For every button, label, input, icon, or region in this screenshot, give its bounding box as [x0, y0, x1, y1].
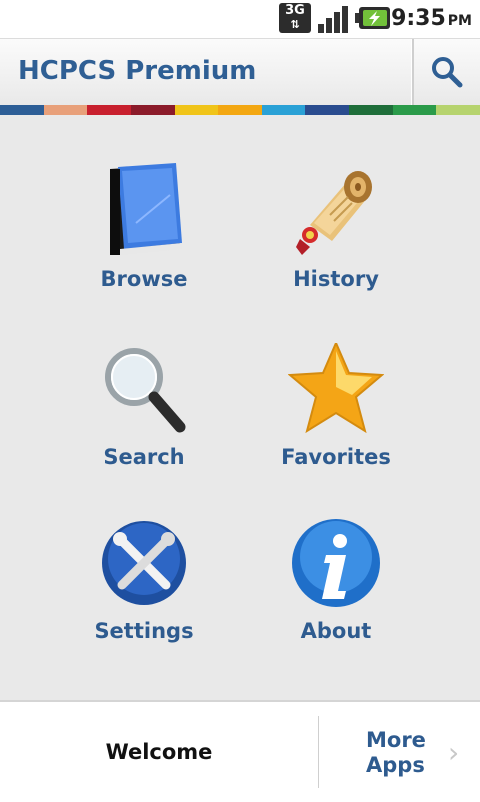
- settings-label: Settings: [94, 619, 194, 643]
- color-strip-segment: [392, 105, 437, 115]
- browse-label: Browse: [100, 267, 188, 291]
- search-button[interactable]: [414, 39, 480, 105]
- history-label: History: [293, 267, 379, 291]
- signal-icon: [318, 6, 348, 33]
- time-value: 9:35: [391, 6, 446, 31]
- menu-grid: Browse History Search Favorites Settings…: [0, 115, 480, 700]
- book-icon: [110, 163, 182, 255]
- bottom-divider: [318, 716, 319, 788]
- about-label: About: [300, 619, 372, 643]
- search-tile[interactable]: Search: [44, 343, 244, 503]
- search-label: Search: [103, 445, 185, 469]
- color-strip: [0, 105, 480, 115]
- app-title: HCPCS Premium: [18, 56, 257, 86]
- star-icon: [288, 343, 384, 434]
- network-3g-icon: 3G ⇅: [279, 3, 311, 33]
- magnifier-icon: [105, 348, 186, 433]
- color-strip-segment: [174, 105, 219, 115]
- network-label: 3G: [285, 3, 305, 18]
- favorites-tile[interactable]: Favorites: [236, 343, 436, 503]
- action-bar: HCPCS Premium: [0, 39, 480, 105]
- about-tile[interactable]: About: [236, 519, 436, 679]
- browse-tile[interactable]: Browse: [44, 163, 244, 323]
- color-strip-segment: [0, 105, 44, 115]
- status-bar: 3G ⇅ 9:35 PM: [0, 0, 480, 39]
- favorites-label: Favorites: [281, 445, 391, 469]
- color-strip-segment: [349, 105, 393, 115]
- color-strip-segment: [130, 105, 175, 115]
- more-apps-line1: More: [366, 728, 426, 752]
- info-icon: [292, 519, 380, 607]
- scroll-icon: [296, 171, 372, 255]
- status-time: 9:35 PM: [391, 6, 472, 31]
- color-strip-segment: [436, 105, 480, 115]
- search-icon: [432, 57, 463, 88]
- time-ampm: PM: [447, 13, 472, 29]
- color-strip-segment: [261, 105, 306, 115]
- color-strip-segment: [43, 105, 88, 115]
- more-apps-button[interactable]: More Apps ›: [320, 702, 480, 802]
- color-strip-segment: [218, 105, 262, 115]
- color-strip-segment: [87, 105, 131, 115]
- battery-charging-icon: [355, 7, 390, 29]
- welcome-button[interactable]: Welcome: [0, 702, 318, 802]
- bottom-bar: Welcome More Apps ›: [0, 700, 480, 802]
- more-apps-label: More Apps: [366, 728, 426, 778]
- chevron-right-icon: ›: [448, 736, 460, 769]
- history-tile[interactable]: History: [236, 163, 436, 323]
- color-strip-segment: [305, 105, 350, 115]
- settings-tile[interactable]: Settings: [44, 519, 244, 679]
- tools-icon: [102, 521, 186, 605]
- more-apps-line2: Apps: [366, 753, 425, 777]
